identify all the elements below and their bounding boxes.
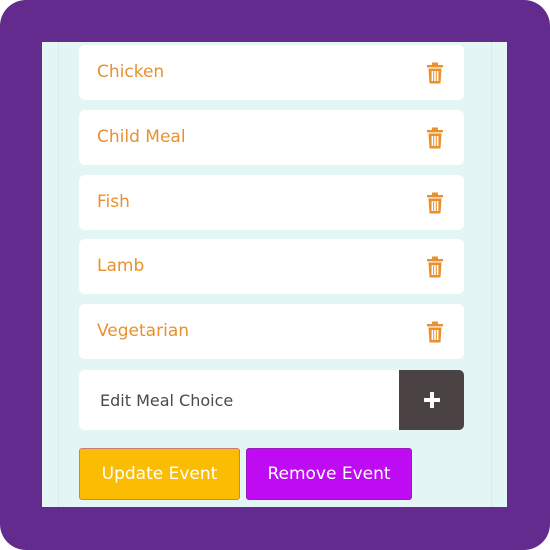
trash-icon[interactable] [426, 321, 444, 343]
meal-choice-input-row [79, 370, 464, 430]
plus-icon [423, 392, 440, 408]
meal-choice-label: Fish [97, 192, 130, 212]
outer-frame: Chicken Child Meal Fish Lamb Vegetarian … [0, 0, 550, 550]
panel-divider [491, 42, 492, 507]
meal-choice-label: Chicken [97, 62, 165, 82]
meal-choice-item: Fish [79, 175, 464, 230]
trash-icon[interactable] [426, 127, 444, 149]
meal-choice-item: Chicken [79, 45, 464, 100]
panel-divider [58, 42, 59, 507]
meal-choice-item: Child Meal [79, 110, 464, 165]
meal-choice-label: Lamb [97, 256, 145, 276]
trash-icon[interactable] [426, 62, 444, 84]
meal-choice-item: Lamb [79, 239, 464, 294]
update-event-button[interactable]: Update Event [79, 448, 240, 500]
event-panel: Chicken Child Meal Fish Lamb Vegetarian … [42, 42, 507, 507]
meal-choice-label: Child Meal [97, 127, 186, 147]
remove-event-button[interactable]: Remove Event [246, 448, 412, 500]
trash-icon[interactable] [426, 256, 444, 278]
meal-choice-label: Vegetarian [97, 321, 190, 341]
trash-icon[interactable] [426, 192, 444, 214]
meal-choice-input[interactable] [79, 370, 399, 430]
meal-choice-item: Vegetarian [79, 304, 464, 359]
add-meal-button[interactable] [399, 370, 464, 430]
